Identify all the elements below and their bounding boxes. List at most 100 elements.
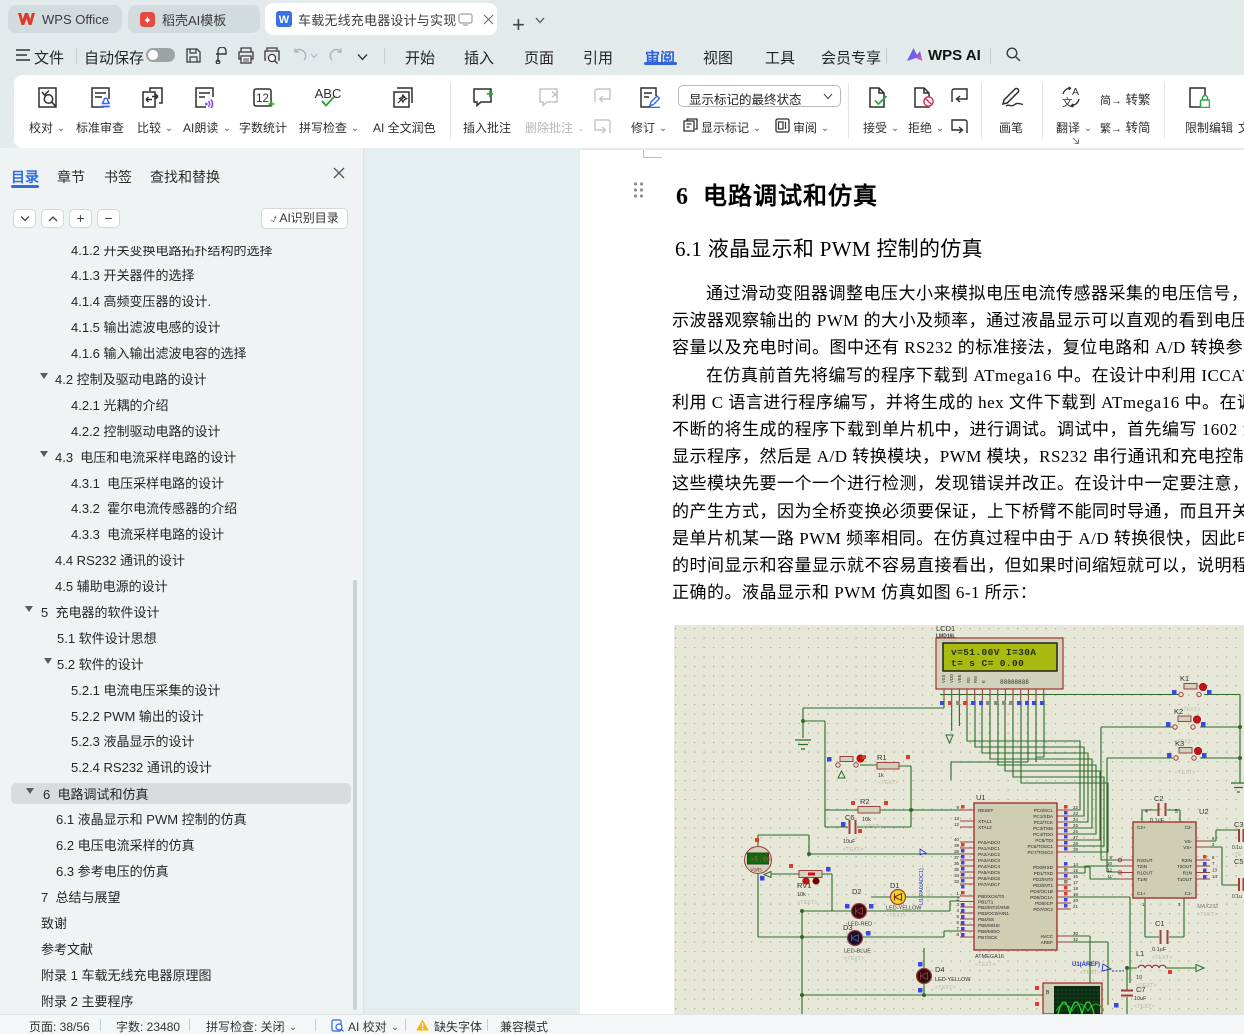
svg-text:17: 17 [1073,880,1078,885]
svg-text:26: 26 [1073,829,1078,834]
svg-text:10: 10 [1107,861,1112,866]
svg-text:16: 16 [1073,874,1078,879]
svg-text:v=51.00V I=30A: v=51.00V I=30A [951,647,1036,658]
svg-text:0.1uF: 0.1uF [1152,947,1167,953]
svg-text:Volts: Volts [750,868,762,874]
svg-text:14: 14 [1212,874,1217,879]
svg-text:4: 4 [1145,809,1148,815]
svg-text:PD6/ICP: PD6/ICP [1035,901,1053,906]
svg-text:PC1/SDA: PC1/SDA [1033,814,1054,819]
svg-text:VSS: VSS [941,674,946,683]
svg-text:VDD: VDD [949,674,954,683]
svg-text:LCD1: LCD1 [936,625,955,633]
svg-text:VS+: VS+ [1183,845,1192,850]
svg-text:W: W [279,14,290,26]
svg-text:<TEXT>: <TEXT> [1175,770,1195,776]
svg-text:PB4/SS: PB4/SS [978,917,994,922]
svg-text:PB6/MISO: PB6/MISO [978,929,1000,934]
svg-text:PD5/OC1A: PD5/OC1A [1030,895,1054,900]
svg-text:PD2/INT0: PD2/INT0 [1033,877,1054,882]
svg-text:0.1u: 0.1u [1232,894,1242,900]
svg-text:T2OUT: T2OUT [1177,864,1192,869]
svg-text:PD4/OC1B: PD4/OC1B [1030,889,1053,894]
svg-text:T1OUT: T1OUT [1177,877,1192,882]
svg-text:AREF: AREF [1041,940,1053,945]
svg-text:K3: K3 [1175,739,1184,748]
svg-text:-: - [742,875,745,884]
svg-text:10: 10 [1136,975,1142,981]
svg-text:PD1/TXD: PD1/TXD [1034,871,1054,876]
svg-text:10k: 10k [797,892,806,898]
svg-text:PC4/TDO: PC4/TDO [1033,832,1053,837]
svg-text:1k: 1k [878,773,884,779]
svg-text:D1: D1 [890,881,900,890]
svg-text:T2IN: T2IN [1137,864,1147,869]
svg-text:LED-YELLOW: LED-YELLOW [935,977,971,983]
svg-text:PB3/OC0/AIN1: PB3/OC0/AIN1 [978,911,1009,916]
svg-text:12: 12 [256,93,269,105]
svg-text:20: 20 [1073,898,1078,903]
svg-text:13: 13 [1212,868,1217,873]
svg-text:23: 23 [1073,811,1078,816]
svg-text:MAX232: MAX232 [1197,904,1218,910]
svg-text:LED-YELLOW: LED-YELLOW [886,906,922,912]
svg-text:25: 25 [1073,823,1078,828]
svg-text:PD7/OC2: PD7/OC2 [1033,907,1053,912]
svg-text:C2-: C2- [1185,825,1193,830]
svg-text:33: 33 [954,879,959,884]
svg-text:K2: K2 [1174,707,1183,716]
svg-text:34: 34 [954,873,959,878]
svg-text:18: 18 [1073,886,1078,891]
svg-text:t= s C= 0.00: t= s C= 0.00 [951,658,1024,669]
svg-text:<TEXT>: <TEXT> [797,900,817,906]
svg-text:R1: R1 [877,753,887,762]
svg-text:RESET: RESET [978,808,994,813]
svg-text:<TEXT>: <TEXT> [975,962,995,968]
svg-text:R2IN: R2IN [1182,858,1192,863]
svg-text:PC5/TDI: PC5/TDI [1035,838,1053,843]
svg-text:32: 32 [1073,937,1078,942]
svg-text:PD3/INT1: PD3/INT1 [1033,883,1054,888]
svg-text:U2: U2 [1199,807,1209,816]
svg-text:22: 22 [1073,805,1078,810]
svg-text:AVCC: AVCC [1041,934,1054,939]
svg-text:<TEXT>: <TEXT> [1197,912,1217,918]
svg-text:R2: R2 [860,797,870,806]
svg-text:XTAL1: XTAL1 [978,819,992,824]
svg-text:19: 19 [1073,892,1078,897]
svg-text:<TEXT>: <TEXT> [935,985,955,991]
svg-text:11: 11 [1107,874,1112,879]
svg-text:C1-: C1- [1185,891,1193,896]
svg-text:0.1u: 0.1u [1232,845,1242,851]
svg-text:28: 28 [1073,841,1078,846]
svg-text:PB1/T1: PB1/T1 [978,900,994,905]
svg-text:21: 21 [1073,904,1078,909]
svg-text:E: E [981,680,986,683]
svg-text:C7: C7 [1136,985,1146,994]
svg-text:PA3/ADC3: PA3/ADC3 [978,858,1000,863]
svg-text:5: 5 [1175,809,1178,815]
svg-text:K1: K1 [1180,674,1189,683]
svg-text:<TEXT>: <TEXT> [1152,955,1172,961]
svg-text:PC7/TOSC2: PC7/TOSC2 [1028,850,1054,855]
svg-text:T1IN: T1IN [1137,877,1147,882]
svg-text:D2: D2 [852,887,862,896]
svg-text:37: 37 [954,855,959,860]
svg-text:RW: RW [973,676,978,683]
svg-text:<TEXT>: <TEXT> [862,824,882,830]
svg-text:PA7/ADC7: PA7/ADC7 [978,882,1000,887]
svg-text:C5: C5 [1234,857,1244,866]
svg-text:10k: 10k [862,817,871,823]
svg-text:C1+: C1+ [1137,891,1146,896]
svg-text:88888888: 88888888 [1000,679,1029,686]
svg-text:C2: C2 [1154,794,1164,803]
svg-text:XTAL2: XTAL2 [978,825,992,830]
svg-text:R1N: R1N [1183,871,1192,876]
svg-text:PA0/ADC0: PA0/ADC0 [978,840,1000,845]
svg-text:10uF: 10uF [843,839,856,845]
svg-text:38: 38 [954,849,959,854]
svg-text:+5.06: +5.06 [750,857,771,865]
svg-text:LED-BLUE: LED-BLUE [844,949,871,955]
svg-text:<TEXT>: <TEXT> [878,780,898,786]
svg-text:PB0/XCK/T0: PB0/XCK/T0 [978,894,1004,899]
